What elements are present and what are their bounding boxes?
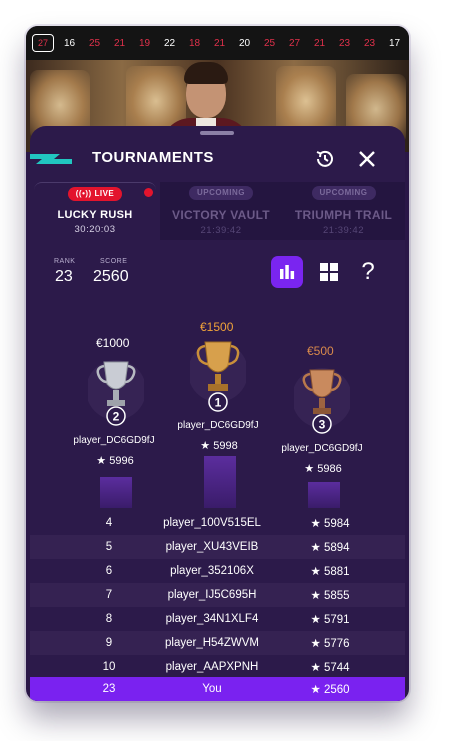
score-cell: ★ 5984 <box>310 518 350 530</box>
rank-cell: 4 <box>105 517 113 529</box>
tournament-timer: 21:39:42 <box>200 225 242 236</box>
tournament-timer: 30:20:03 <box>74 224 116 235</box>
place-number-3: 3 <box>319 418 326 432</box>
podium-score-2: ★ 5996 <box>96 455 134 467</box>
table-row: 8 player_34N1XLF4 ★ 5791 <box>30 607 405 631</box>
panel-title: TOURNAMENTS <box>92 149 214 166</box>
tournament-tab-triumph-trail[interactable]: UPCOMING TRIUMPH TRAIL 21:39:42 <box>282 182 405 240</box>
leaderboard-view-button[interactable] <box>271 256 303 288</box>
table-row: 9 player_H54ZWVM ★ 5776 <box>30 631 405 655</box>
rank-cell: 9 <box>105 637 113 649</box>
player-cell: player_IJ5C695H <box>167 589 257 601</box>
podium-score-1: ★ 5998 <box>200 440 238 452</box>
tournament-name: TRIUMPH TRAIL <box>294 208 393 222</box>
result-number: 18 <box>188 37 201 49</box>
score-cell: ★ 5894 <box>310 542 350 554</box>
close-icon[interactable] <box>356 148 378 170</box>
rank-cell: 10 <box>102 661 116 673</box>
player-cell: player_H54ZWVM <box>165 637 259 649</box>
prize-2nd: €1000 <box>96 336 130 350</box>
tournament-tab-victory-vault[interactable]: UPCOMING VICTORY VAULT 21:39:42 <box>160 182 282 240</box>
drag-handle[interactable] <box>200 131 234 135</box>
history-icon[interactable] <box>314 148 336 170</box>
player-cell: player_XU43VEIB <box>165 541 259 553</box>
rank-value: 23 <box>55 268 73 285</box>
table-row: 6 player_352106X ★ 5881 <box>30 559 405 583</box>
table-row: 7 player_IJ5C695H ★ 5855 <box>30 583 405 607</box>
score-cell: ★ 5855 <box>310 590 350 602</box>
score-cell: ★ 5881 <box>310 566 350 578</box>
score-value: 2560 <box>93 268 129 285</box>
rank-cell: 5 <box>105 541 113 553</box>
player-cell: player_352106X <box>170 565 254 577</box>
bronze-trophy-icon: 3 <box>294 368 350 434</box>
bar-chart-icon <box>280 265 295 279</box>
result-number: 25 <box>88 37 101 49</box>
result-number: 17 <box>388 37 401 49</box>
tournaments-panel: TOURNAMENTS UPCOMING VICTORY VAULT 21:39… <box>30 126 405 701</box>
results-strip: 27 16 25 21 19 22 18 21 20 25 27 21 23 2… <box>26 26 409 60</box>
place-number-1: 1 <box>215 396 222 410</box>
score-label: SCORE <box>100 258 128 265</box>
result-number: 23 <box>338 37 351 49</box>
tournament-name: VICTORY VAULT <box>172 208 270 222</box>
rank-label: RANK <box>54 258 76 265</box>
live-label: LIVE <box>94 189 115 198</box>
podium-player-1: player_DC6GD9fJ <box>177 420 259 431</box>
live-badge: ((•)) LIVE <box>67 187 123 201</box>
grid-icon[interactable] <box>319 262 339 282</box>
result-number: 25 <box>263 37 276 49</box>
podium-player-2: player_DC6GD9fJ <box>73 435 155 446</box>
table-row: 4 player_100V515EL ★ 5984 <box>30 511 405 535</box>
result-number: 22 <box>163 37 176 49</box>
podium-bar-1 <box>204 456 236 508</box>
score-cell: ★ 5776 <box>310 638 350 650</box>
podium-score-3: ★ 5986 <box>304 463 342 475</box>
podium-player-3: player_DC6GD9fJ <box>281 443 363 454</box>
podium-bar-2 <box>100 477 132 508</box>
gold-trophy-icon: 1 <box>190 341 246 412</box>
player-cell: player_AAPXPNH <box>165 661 259 673</box>
prize-3rd: €500 <box>307 344 334 358</box>
result-number: 21 <box>213 37 226 49</box>
upcoming-badge: UPCOMING <box>311 186 376 200</box>
player-cell: player_34N1XLF4 <box>165 613 259 625</box>
broadcast-icon: ((•)) <box>75 189 95 198</box>
score-cell: ★ 5791 <box>310 614 350 626</box>
result-number: 19 <box>138 37 151 49</box>
player-cell: player_100V515EL <box>163 517 261 529</box>
phone-frame: 27 16 25 21 19 22 18 21 20 25 27 21 23 2… <box>26 26 409 701</box>
result-number: 23 <box>363 37 376 49</box>
table-row: 10 player_AAPXPNH ★ 5744 <box>30 655 405 679</box>
tournament-timer: 21:39:42 <box>323 225 364 236</box>
silver-trophy-icon: 2 <box>88 360 144 426</box>
player-cell: You <box>202 683 222 695</box>
score-cell: ★ 2560 <box>310 684 350 696</box>
result-number: 27 <box>288 37 301 49</box>
result-number: 16 <box>63 37 76 49</box>
rank-cell: 23 <box>102 683 116 695</box>
tournament-tab-lucky-rush[interactable]: ((•)) LIVE LUCKY RUSH 30:20:03 <box>34 182 156 241</box>
dealer-hair <box>184 62 228 84</box>
notification-dot <box>144 188 153 197</box>
result-number: 21 <box>113 37 126 49</box>
tournament-name: LUCKY RUSH <box>57 209 133 221</box>
podium-bar-3 <box>308 482 340 508</box>
result-number: 21 <box>313 37 326 49</box>
rank-cell: 6 <box>105 565 113 577</box>
help-button[interactable]: ? <box>358 256 378 288</box>
upcoming-badge: UPCOMING <box>189 186 253 200</box>
my-rank-row: 23 You ★ 2560 <box>30 677 405 701</box>
result-number: 20 <box>238 37 251 49</box>
result-number: 27 <box>32 34 54 52</box>
prize-1st: €1500 <box>200 320 234 334</box>
score-cell: ★ 5744 <box>310 662 350 674</box>
brand-logo-icon <box>30 154 72 164</box>
rank-cell: 7 <box>105 589 113 601</box>
place-number-2: 2 <box>113 410 120 424</box>
table-row: 5 player_XU43VEIB ★ 5894 <box>30 535 405 559</box>
rank-cell: 8 <box>105 613 113 625</box>
